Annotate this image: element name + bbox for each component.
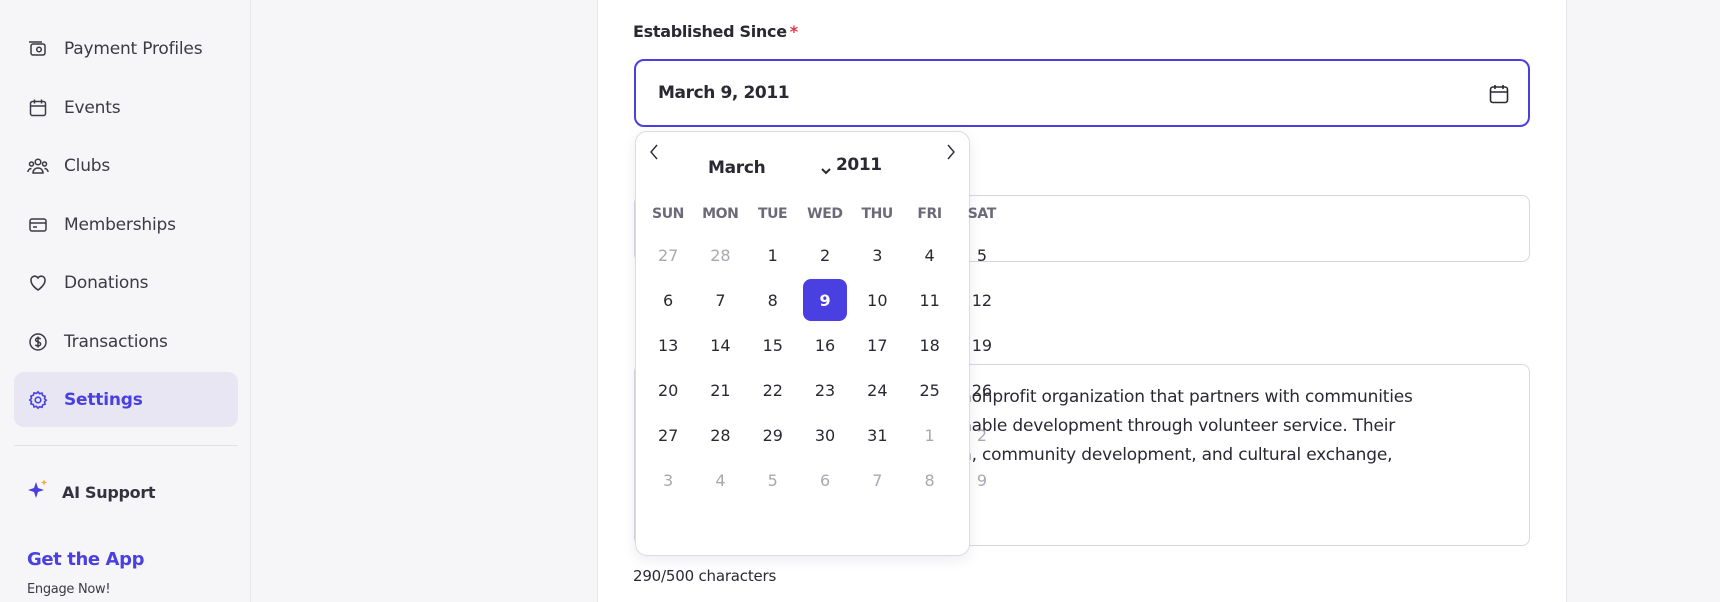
established-since-label: Established Since * bbox=[633, 22, 798, 41]
established-since-date-field[interactable]: March 9, 2011 bbox=[634, 59, 1530, 127]
sidebar-item-memberships[interactable]: Memberships bbox=[14, 197, 238, 252]
calendar-day[interactable]: 2 bbox=[803, 234, 847, 276]
get-the-app-link[interactable]: Get the App bbox=[27, 549, 144, 570]
sidebar-item-settings[interactable]: Settings bbox=[14, 372, 238, 427]
required-mark: * bbox=[789, 22, 798, 41]
sidebar-item-transactions[interactable]: Transactions bbox=[14, 314, 238, 369]
calendar-day[interactable]: 9 bbox=[960, 459, 1004, 501]
calendar-day[interactable]: 12 bbox=[960, 279, 1004, 321]
description-line: nonprofit organization that partners wit… bbox=[961, 387, 1413, 407]
weekday-header: THU bbox=[861, 206, 893, 222]
sidebar: Payment Profiles Events Clubs Membership… bbox=[0, 0, 251, 602]
calendar-day[interactable]: 13 bbox=[646, 324, 690, 366]
gear-icon bbox=[26, 388, 50, 412]
sidebar-item-label: Transactions bbox=[64, 331, 168, 352]
calendar-day[interactable]: 30 bbox=[803, 414, 847, 456]
established-since-text: Established Since bbox=[633, 22, 787, 41]
calendar-day[interactable]: 18 bbox=[908, 324, 952, 366]
description-line: n, community development, and cultural e… bbox=[961, 445, 1393, 465]
sidebar-item-label: Settings bbox=[64, 389, 143, 410]
sidebar-item-label: Payment Profiles bbox=[64, 38, 203, 59]
calendar-day[interactable]: 28 bbox=[698, 234, 742, 276]
calendar-day[interactable]: 8 bbox=[908, 459, 952, 501]
weekday-header: FRI bbox=[917, 206, 942, 222]
calendar-day[interactable]: 26 bbox=[960, 369, 1004, 411]
description-line: nable development through volunteer serv… bbox=[961, 416, 1396, 436]
membership-card-icon bbox=[26, 213, 50, 237]
year-select[interactable]: 2011 bbox=[836, 155, 882, 175]
calendar-day[interactable]: 7 bbox=[698, 279, 742, 321]
calendar-icon bbox=[26, 96, 50, 120]
sidebar-item-payment-profiles[interactable]: Payment Profiles bbox=[14, 21, 238, 76]
calendar-day[interactable]: 22 bbox=[751, 369, 795, 411]
people-icon bbox=[26, 154, 50, 178]
sidebar-item-events[interactable]: Events bbox=[14, 80, 238, 135]
month-select[interactable]: March bbox=[708, 155, 834, 181]
character-count: 290/500 characters bbox=[633, 567, 777, 585]
calendar-day[interactable]: 10 bbox=[855, 279, 899, 321]
calendar-day[interactable]: 31 bbox=[855, 414, 899, 456]
sidebar-item-label: Memberships bbox=[64, 214, 176, 235]
calendar-day[interactable]: 11 bbox=[908, 279, 952, 321]
calendar-day[interactable]: 3 bbox=[646, 459, 690, 501]
calendar-day[interactable]: 16 bbox=[803, 324, 847, 366]
heart-icon bbox=[26, 271, 50, 295]
calendar-day[interactable]: 27 bbox=[646, 234, 690, 276]
ai-support-label: AI Support bbox=[62, 482, 156, 502]
calendar-day[interactable]: 4 bbox=[908, 234, 952, 276]
next-month-button[interactable] bbox=[939, 140, 963, 164]
chevron-down-icon bbox=[820, 161, 832, 180]
weekday-header: SAT bbox=[967, 206, 997, 222]
selected-day[interactable]: 9 bbox=[803, 279, 848, 321]
calendar-day[interactable]: 29 bbox=[751, 414, 795, 456]
previous-month-button[interactable] bbox=[642, 140, 666, 164]
calendar-day[interactable]: 1 bbox=[908, 414, 952, 456]
calendar-icon[interactable] bbox=[1488, 83, 1510, 109]
calendar-day[interactable]: 14 bbox=[698, 324, 742, 366]
calendar-day[interactable]: 21 bbox=[698, 369, 742, 411]
calendar-day[interactable]: 3 bbox=[855, 234, 899, 276]
calendar-day[interactable]: 4 bbox=[698, 459, 742, 501]
calendar-day[interactable]: 1 bbox=[751, 234, 795, 276]
month-value: March bbox=[708, 158, 766, 178]
sidebar-item-label: Donations bbox=[64, 272, 149, 293]
dollar-circle-icon bbox=[26, 330, 50, 354]
weekday-header: SUN bbox=[652, 206, 684, 222]
calendar-day[interactable]: 27 bbox=[646, 414, 690, 456]
payment-profile-icon bbox=[26, 37, 50, 61]
calendar-day[interactable]: 6 bbox=[803, 459, 847, 501]
sidebar-item-donations[interactable]: Donations bbox=[14, 255, 238, 310]
weekday-header: MON bbox=[702, 206, 739, 222]
calendar-day[interactable]: 6 bbox=[646, 279, 690, 321]
calendar-day[interactable]: 24 bbox=[855, 369, 899, 411]
sidebar-item-label: Clubs bbox=[64, 155, 111, 176]
sparkle-icon bbox=[26, 478, 50, 506]
calendar-day[interactable]: 20 bbox=[646, 369, 690, 411]
sidebar-divider bbox=[14, 445, 238, 446]
calendar-day[interactable]: 19 bbox=[960, 324, 1004, 366]
sidebar-item-label: Events bbox=[64, 97, 121, 118]
weekday-header: WED bbox=[807, 206, 843, 222]
weekday-header: TUE bbox=[757, 206, 788, 222]
calendar-day[interactable]: 5 bbox=[751, 459, 795, 501]
calendar-day[interactable]: 23 bbox=[803, 369, 847, 411]
calendar-day[interactable]: 7 bbox=[855, 459, 899, 501]
calendar-day[interactable]: 5 bbox=[960, 234, 1004, 276]
sidebar-item-clubs[interactable]: Clubs bbox=[14, 138, 238, 193]
engage-tagline: Engage Now! bbox=[27, 582, 111, 597]
date-value: March 9, 2011 bbox=[658, 83, 790, 103]
calendar-day[interactable]: 25 bbox=[908, 369, 952, 411]
ai-support-link[interactable]: AI Support bbox=[26, 478, 156, 506]
calendar-day[interactable]: 15 bbox=[751, 324, 795, 366]
calendar-day[interactable]: 17 bbox=[855, 324, 899, 366]
calendar-day[interactable]: 28 bbox=[698, 414, 742, 456]
date-picker-popover: March 2011 SUN MON TUE WED THU FRI SAT 27 28 1 2 3 4… bbox=[635, 131, 996, 556]
calendar-day[interactable]: 8 bbox=[751, 279, 795, 321]
calendar-day[interactable]: 2 bbox=[960, 414, 1004, 456]
